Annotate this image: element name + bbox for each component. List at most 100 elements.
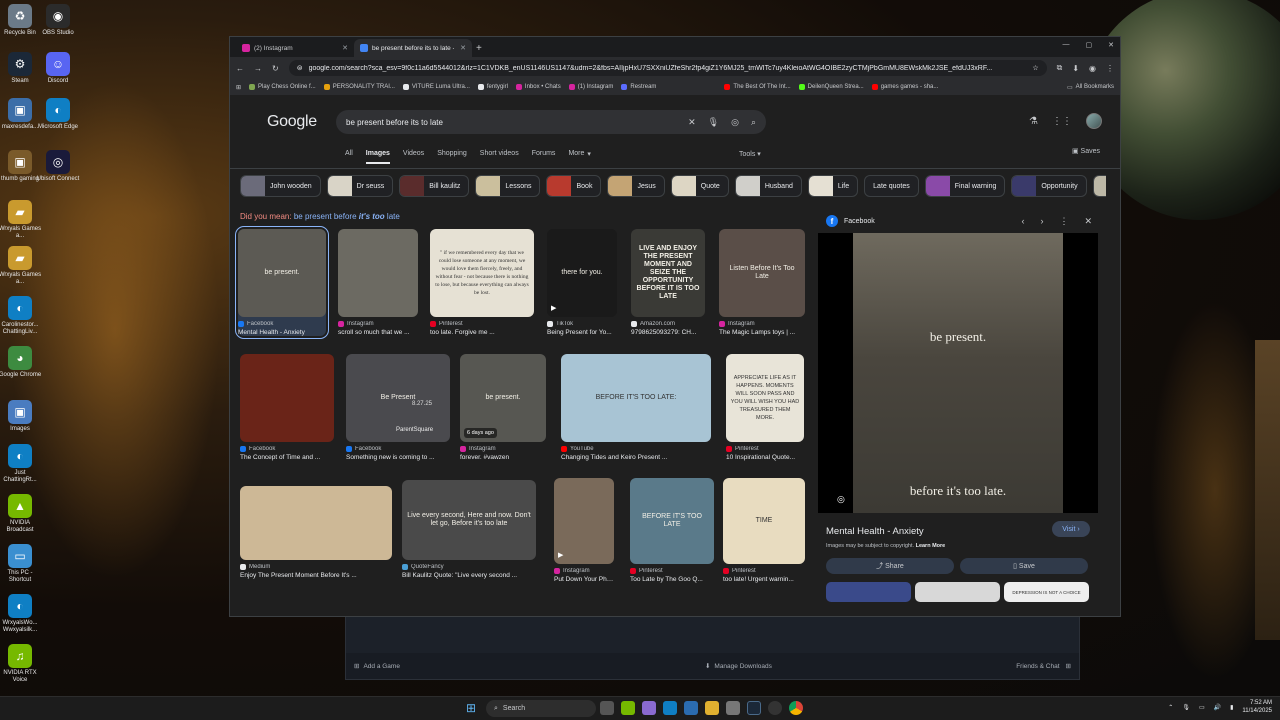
nav-tab-shopping[interactable]: Shopping	[437, 150, 467, 164]
more-options-icon[interactable]: ⋮	[1059, 216, 1068, 227]
result-source[interactable]: Medium	[240, 564, 392, 570]
image-result[interactable]: LIVE AND ENJOY THE PRESENT MOMENT AND SE…	[631, 229, 705, 336]
search-query[interactable]: be present before its to late	[346, 118, 443, 127]
bookmark-item[interactable]: games games - sha...	[871, 84, 938, 90]
result-thumbnail[interactable]: TIME	[723, 478, 805, 564]
store-icon[interactable]	[684, 701, 698, 715]
result-source[interactable]: Instagram	[719, 321, 805, 327]
refinement-chip[interactable]: Life	[807, 175, 859, 197]
result-title[interactable]: The Magic Lamps toys | ...	[719, 329, 805, 336]
result-thumbnail[interactable]	[240, 354, 334, 442]
chrome-icon[interactable]	[789, 701, 803, 715]
result-thumbnail[interactable]: there for you. ▶	[547, 229, 617, 317]
refinement-chip[interactable]: Husband	[734, 175, 802, 197]
related-image[interactable]	[826, 582, 911, 602]
apps-grid-icon[interactable]: ⋮⋮	[1052, 116, 1072, 127]
share-button[interactable]: ⤴ Share	[826, 558, 954, 574]
result-title[interactable]: 9798625093279: CH...	[631, 329, 705, 336]
start-button[interactable]: ⊞	[466, 701, 476, 715]
nav-tab-short-videos[interactable]: Short videos	[480, 150, 519, 164]
result-title[interactable]: Put Down Your Pho...	[554, 576, 614, 583]
result-title[interactable]: Too Late by The Goo Q...	[630, 576, 714, 583]
obs-icon[interactable]	[768, 701, 782, 715]
bookmark-star-icon[interactable]: ☆	[1032, 64, 1038, 72]
tab-google-search[interactable]: be present before its to late - G ✕	[354, 39, 472, 57]
nav-tab-more[interactable]: More	[568, 150, 584, 164]
desktop-icon[interactable]: ◐ WrxyalsWo... Wwxyalsilk...	[0, 594, 42, 634]
refinement-chip[interactable]: Late quotes	[864, 175, 919, 197]
result-title[interactable]: too late. Forgive me ...	[430, 329, 534, 336]
desktop-icon[interactable]: ◐ Microsoft Edge	[36, 98, 80, 131]
microphone-icon[interactable]: 🎙	[1182, 704, 1190, 711]
bookmark-item[interactable]: Play Chess Online f...	[249, 84, 316, 90]
result-source[interactable]: Instagram	[460, 446, 546, 452]
result-title[interactable]: Bill Kaulitz Quote: "Live every second .…	[402, 572, 536, 579]
refinement-chip[interactable]: Jesus	[607, 175, 665, 197]
result-source[interactable]: QuoteFancy	[402, 564, 536, 570]
image-result[interactable]: Medium Enjoy The Present Moment Before It…	[240, 486, 392, 579]
image-result[interactable]: Live every second, Here and now. Don't l…	[402, 480, 536, 579]
image-result[interactable]: ▶ Instagram Put Down Your Pho...	[554, 478, 614, 583]
bookmark-item[interactable]: VITURE Luma Ultra...	[402, 84, 470, 90]
menu-icon[interactable]: ⋮	[1106, 64, 1114, 73]
result-source[interactable]: Facebook	[346, 446, 450, 452]
tools-button[interactable]: Tools ▾	[739, 150, 761, 158]
result-source[interactable]: YouTube	[561, 446, 711, 452]
result-title[interactable]: 10 Inspirational Quote...	[726, 454, 804, 461]
refinement-chip[interactable]: D	[1092, 175, 1106, 197]
refinement-chip[interactable]: John wooden	[240, 175, 321, 197]
bookmark-item[interactable]: The Best Of The Int...	[724, 84, 791, 90]
search-icon[interactable]: ⌕	[751, 117, 756, 128]
avatar[interactable]	[1086, 113, 1102, 129]
learn-more-link[interactable]: Learn More	[916, 543, 946, 549]
file-explorer-icon[interactable]	[705, 701, 719, 715]
result-title[interactable]: Mental Health - Anxiety	[238, 329, 326, 336]
result-thumbnail[interactable]: Listen Before It's Too Late	[719, 229, 805, 317]
result-thumbnail[interactable]: " if we remembered every day that we cou…	[430, 229, 534, 317]
image-result[interactable]: Facebook The Concept of Time and ...	[240, 354, 334, 461]
image-result[interactable]: TIME Pinterest too late! Urgent warnin...	[723, 478, 805, 583]
nav-tab-videos[interactable]: Videos	[403, 150, 424, 164]
chevron-up-icon[interactable]: ⌃	[1168, 704, 1173, 711]
result-thumbnail[interactable]: Be Present ParentSquare 8.27.25	[346, 354, 450, 442]
back-icon[interactable]: ←	[236, 64, 244, 73]
result-title[interactable]: The Concept of Time and ...	[240, 454, 334, 461]
did-you-mean-link[interactable]: be present before it's too late	[294, 212, 400, 221]
result-thumbnail[interactable]	[338, 229, 418, 317]
result-thumbnail[interactable]: BEFORE IT'S TOO LATE:	[561, 354, 711, 442]
result-source[interactable]: Pinterest	[430, 321, 534, 327]
visit-button[interactable]: Visit ›	[1052, 521, 1090, 537]
desktop-icon[interactable]: ◕ Google Chrome	[0, 346, 42, 379]
nav-tab-forums[interactable]: Forums	[532, 150, 556, 164]
result-thumbnail[interactable]: be present.	[238, 229, 326, 317]
labs-icon[interactable]: ⚗	[1029, 116, 1038, 127]
next-image-icon[interactable]: ›	[1040, 216, 1043, 227]
result-source[interactable]: Facebook	[240, 446, 334, 452]
bookmark-item[interactable]: PERSONALITY TRAI...	[323, 84, 395, 90]
profile-icon[interactable]: ◉	[1089, 64, 1096, 73]
image-result[interactable]: be present. 6 days ago Instagram forever. #…	[460, 354, 546, 461]
result-source[interactable]: Pinterest	[726, 446, 804, 452]
result-source[interactable]: Facebook	[238, 321, 326, 327]
all-bookmarks[interactable]: ▭ All Bookmarks	[1067, 84, 1114, 91]
desktop-icon[interactable]: ◉ OBS Studio	[36, 4, 80, 37]
result-title[interactable]: scroll so much that we ...	[338, 329, 418, 336]
close-tab-icon[interactable]: ✕	[342, 44, 348, 52]
microphone-icon[interactable]: 🎙	[708, 117, 719, 128]
clock[interactable]: 7:52 AM 11/14/2025	[1242, 699, 1272, 715]
result-thumbnail[interactable]	[240, 486, 392, 560]
result-source[interactable]: Pinterest	[630, 568, 714, 574]
image-result[interactable]: APPRECIATE LIFE AS IT HAPPENS. MOMENTS W…	[726, 354, 804, 461]
task-view-icon[interactable]	[600, 701, 614, 715]
desktop-icon[interactable]: ◐ Carolinestor... ChattingLiv...	[0, 296, 42, 336]
manage-downloads-button[interactable]: Manage Downloads	[714, 663, 771, 670]
result-thumbnail[interactable]: be present. 6 days ago	[460, 354, 546, 442]
nvidia-icon[interactable]	[621, 701, 635, 715]
desktop-icon[interactable]: ◐ Just ChattingRt...	[0, 444, 42, 484]
address-bar[interactable]: ⊜ google.com/search?sca_esv=9f0c11a6d554…	[288, 60, 1047, 76]
bookmark-item[interactable]: (1) Instagram	[568, 84, 613, 90]
image-result[interactable]: Listen Before It's Too Late Instagram The …	[719, 229, 805, 336]
save-button[interactable]: ▯ Save	[960, 558, 1088, 574]
minimize-button[interactable]: —	[1063, 41, 1070, 49]
result-title[interactable]: forever. #vawzen	[460, 454, 546, 461]
